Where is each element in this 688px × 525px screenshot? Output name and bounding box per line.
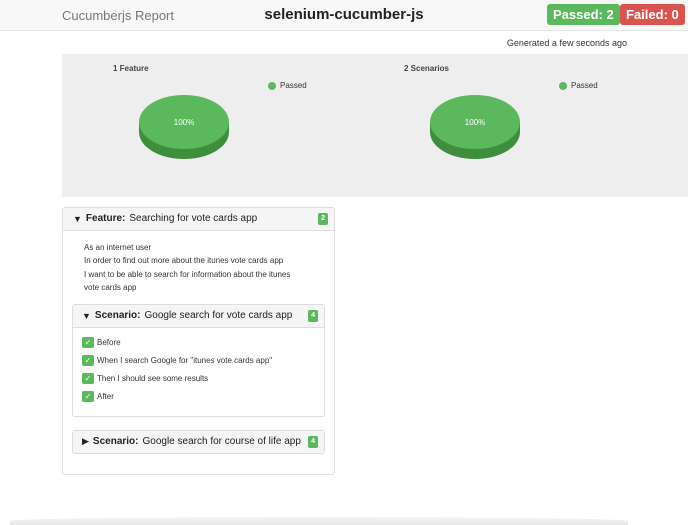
passed-legend-swatch (559, 81, 567, 90)
step-row: ✓ After (82, 390, 114, 402)
legend-label: Passed (571, 81, 598, 90)
failed-badge: Failed: 0 (620, 4, 685, 25)
step-text: When I search Google for "itunes vote ca… (97, 355, 273, 365)
check-icon: ✓ (82, 336, 94, 348)
description-line: In order to find out more about the itun… (84, 256, 284, 266)
scenario-heading-2[interactable]: ▶ Scenario: Google search for course of … (73, 431, 324, 453)
feature-name: Searching for vote cards app (129, 213, 258, 224)
step-row: ✓ Then I should see some results (82, 372, 208, 384)
features-chart-title: 1 Feature (113, 64, 149, 73)
scenario-step-count: 4 (308, 436, 318, 448)
legend-label: Passed (280, 81, 307, 90)
scenario-panel-2: ▶ Scenario: Google search for course of … (72, 430, 325, 454)
charts-area: 1 Feature Passed 100% 2 Scenarios Passed… (62, 54, 688, 197)
scenario-name: Google search for course of life app (142, 436, 301, 447)
check-icon: ✓ (82, 390, 94, 402)
chevron-down-icon[interactable]: ▼ (73, 214, 82, 224)
step-text: Before (97, 337, 121, 347)
description-line: As an internet user (84, 243, 152, 252)
check-icon: ✓ (82, 354, 94, 366)
scenarios-pie-chart: 100% (430, 95, 520, 159)
feature-scenario-count: 2 (318, 213, 328, 225)
scenario-step-count: 4 (308, 310, 318, 322)
feature-description: As an internet user In order to find out… (84, 241, 290, 294)
scenario-name: Google search for vote cards app (144, 310, 293, 321)
scenarios-chart-legend: Passed (559, 81, 598, 90)
feature-heading[interactable]: ▼ Feature: Searching for vote cards app … (63, 208, 334, 231)
chevron-down-icon[interactable]: ▼ (82, 311, 91, 321)
description-line: vote cards app (84, 282, 137, 292)
step-row: ✓ When I search Google for "itunes vote … (82, 354, 272, 366)
generated-timestamp: Generated a few seconds ago (506, 38, 627, 48)
features-pie-chart: 100% (139, 95, 229, 159)
step-text: After (97, 391, 114, 401)
features-chart-legend: Passed (268, 81, 307, 90)
scenarios-chart-title: 2 Scenarios (404, 64, 449, 73)
scenario-keyword: Scenario: (94, 310, 141, 321)
step-row: ✓ Before (82, 336, 121, 348)
passed-badge: Passed: 2 (547, 4, 620, 25)
scenario-heading-1[interactable]: ▼ Scenario: Google search for vote cards… (73, 305, 324, 328)
description-line: I want to be able to search for informat… (84, 269, 291, 279)
pie-slice-label: 100% (465, 118, 485, 127)
chevron-right-icon[interactable]: ▶ (82, 436, 89, 447)
window-bottom-edge (10, 517, 628, 525)
navbar: Cucumberjs Report selenium-cucumber-js P… (0, 0, 688, 31)
feature-keyword: Feature: (85, 213, 126, 224)
pie-slice-label: 100% (174, 118, 194, 127)
scenario-keyword: Scenario: (92, 436, 139, 447)
check-icon: ✓ (82, 372, 94, 384)
step-text: Then I should see some results (97, 373, 209, 383)
passed-legend-swatch (268, 81, 276, 90)
